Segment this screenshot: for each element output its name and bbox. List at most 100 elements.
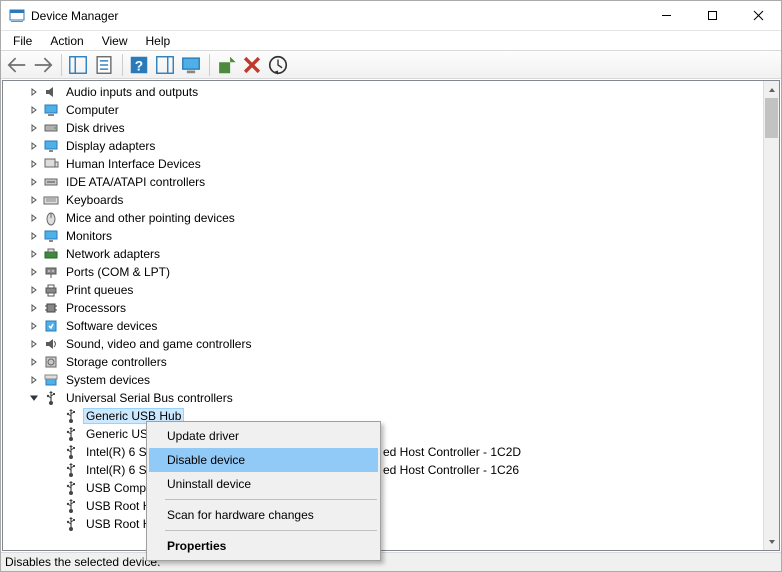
update-driver-button[interactable] <box>214 53 238 77</box>
tree-node-label[interactable]: USB Root H <box>83 516 154 532</box>
forward-button[interactable] <box>31 53 55 77</box>
tree-node[interactable]: Intel(R) 6 Sed Host Controller - 1C2D <box>3 443 763 461</box>
expander-closed-icon[interactable] <box>27 157 41 171</box>
tree-node-label[interactable]: System devices <box>63 372 153 388</box>
show-hide-action-pane-button[interactable] <box>153 53 177 77</box>
context-menu-item[interactable]: Uninstall device <box>149 472 378 496</box>
tree-node-label[interactable]: Sound, video and game controllers <box>63 336 254 352</box>
expander-closed-icon[interactable] <box>27 265 41 279</box>
uninstall-device-button[interactable] <box>240 53 264 77</box>
tree-node[interactable]: System devices <box>3 371 763 389</box>
context-menu: Update driverDisable deviceUninstall dev… <box>146 421 381 561</box>
tree-node[interactable]: Intel(R) 6 Sed Host Controller - 1C26 <box>3 461 763 479</box>
tree-node[interactable]: Universal Serial Bus controllers <box>3 389 763 407</box>
scroll-down-arrow[interactable] <box>764 533 779 550</box>
expander-closed-icon[interactable] <box>27 337 41 351</box>
tree-node-label[interactable]: Mice and other pointing devices <box>63 210 238 226</box>
show-hide-console-tree-button[interactable] <box>66 53 90 77</box>
tree-node[interactable]: Keyboards <box>3 191 763 209</box>
expander-closed-icon[interactable] <box>27 85 41 99</box>
expander-closed-icon[interactable] <box>27 283 41 297</box>
tree-node-label[interactable]: Generic US <box>83 426 151 442</box>
tree-node[interactable]: Ports (COM & LPT) <box>3 263 763 281</box>
expander-closed-icon[interactable] <box>27 355 41 369</box>
expander-none <box>47 517 61 531</box>
scroll-thumb[interactable] <box>765 98 778 138</box>
context-menu-item[interactable]: Disable device <box>149 448 378 472</box>
back-button[interactable] <box>5 53 29 77</box>
expander-closed-icon[interactable] <box>27 139 41 153</box>
tree-node[interactable]: Sound, video and game controllers <box>3 335 763 353</box>
menu-action[interactable]: Action <box>42 32 91 50</box>
tree-node-label[interactable]: USB Root H <box>83 498 154 514</box>
expander-closed-icon[interactable] <box>27 175 41 189</box>
tree-node[interactable]: Monitors <box>3 227 763 245</box>
tree-node[interactable]: Computer <box>3 101 763 119</box>
tree-node[interactable]: Network adapters <box>3 245 763 263</box>
tree-node-label[interactable]: Disk drives <box>63 120 128 136</box>
properties-button[interactable] <box>92 53 116 77</box>
tree-node[interactable]: Generic US <box>3 425 763 443</box>
tree-node-label[interactable]: Storage controllers <box>63 354 170 370</box>
tree-node[interactable]: Human Interface Devices <box>3 155 763 173</box>
tree-node-label[interactable]: Human Interface Devices <box>63 156 204 172</box>
expander-closed-icon[interactable] <box>27 121 41 135</box>
tree-node[interactable]: USB Root H <box>3 497 763 515</box>
tree-node[interactable]: Storage controllers <box>3 353 763 371</box>
tree-node[interactable]: USB Root H <box>3 515 763 533</box>
tree-node[interactable]: Processors <box>3 299 763 317</box>
scroll-up-arrow[interactable] <box>764 81 779 98</box>
tree-node-label[interactable]: Display adapters <box>63 138 158 154</box>
tree-node-label[interactable]: Computer <box>63 102 122 118</box>
tree-node[interactable]: Mice and other pointing devices <box>3 209 763 227</box>
vertical-scrollbar[interactable] <box>763 81 779 550</box>
tree-node-label[interactable]: Intel(R) 6 S <box>83 462 150 478</box>
device-tree[interactable]: Audio inputs and outputs Computer Disk dri… <box>3 81 763 550</box>
context-menu-item[interactable]: Scan for hardware changes <box>149 503 378 527</box>
tree-node[interactable]: USB Comp <box>3 479 763 497</box>
expander-open-icon[interactable] <box>27 391 41 405</box>
tree-node[interactable]: Generic USB Hub <box>3 407 763 425</box>
tree-node[interactable]: Disk drives <box>3 119 763 137</box>
device-tree-panel: Audio inputs and outputs Computer Disk dri… <box>2 80 780 551</box>
context-menu-item[interactable]: Update driver <box>149 424 378 448</box>
tree-node[interactable]: Display adapters <box>3 137 763 155</box>
tree-node-label[interactable]: USB Comp <box>83 480 149 496</box>
tree-node-label[interactable]: Intel(R) 6 S <box>83 444 150 460</box>
expander-closed-icon[interactable] <box>27 193 41 207</box>
expander-closed-icon[interactable] <box>27 319 41 333</box>
tree-node[interactable]: Audio inputs and outputs <box>3 83 763 101</box>
minimize-button[interactable] <box>643 1 689 31</box>
maximize-button[interactable] <box>689 1 735 31</box>
tree-node-label[interactable]: Monitors <box>63 228 115 244</box>
menu-help[interactable]: Help <box>138 32 179 50</box>
tree-node[interactable]: IDE ATA/ATAPI controllers <box>3 173 763 191</box>
expander-closed-icon[interactable] <box>27 211 41 225</box>
expander-none <box>47 499 61 513</box>
tree-node-label[interactable]: Keyboards <box>63 192 126 208</box>
close-button[interactable] <box>735 1 781 31</box>
expander-closed-icon[interactable] <box>27 301 41 315</box>
tree-node-label[interactable]: Network adapters <box>63 246 163 262</box>
expander-closed-icon[interactable] <box>27 247 41 261</box>
context-menu-item[interactable]: Properties <box>149 534 378 558</box>
tree-node[interactable]: Print queues <box>3 281 763 299</box>
help-button[interactable]: ? <box>127 53 151 77</box>
tree-node-label[interactable]: Software devices <box>63 318 160 334</box>
tree-node-label[interactable]: Processors <box>63 300 129 316</box>
tree-node-label[interactable]: Audio inputs and outputs <box>63 84 201 100</box>
expander-closed-icon[interactable] <box>27 229 41 243</box>
tree-node[interactable]: Software devices <box>3 317 763 335</box>
tree-node-label[interactable]: Print queues <box>63 282 136 298</box>
network-icon <box>43 246 59 262</box>
tree-node-label[interactable]: Universal Serial Bus controllers <box>63 390 236 406</box>
expander-closed-icon[interactable] <box>27 373 41 387</box>
menu-view[interactable]: View <box>94 32 136 50</box>
expander-closed-icon[interactable] <box>27 103 41 117</box>
tree-node-label[interactable]: IDE ATA/ATAPI controllers <box>63 174 208 190</box>
disable-device-button[interactable] <box>266 53 290 77</box>
tree-node-label[interactable]: Ports (COM & LPT) <box>63 264 173 280</box>
context-menu-separator <box>165 499 377 500</box>
menu-file[interactable]: File <box>5 32 40 50</box>
scan-hardware-button[interactable] <box>179 53 203 77</box>
